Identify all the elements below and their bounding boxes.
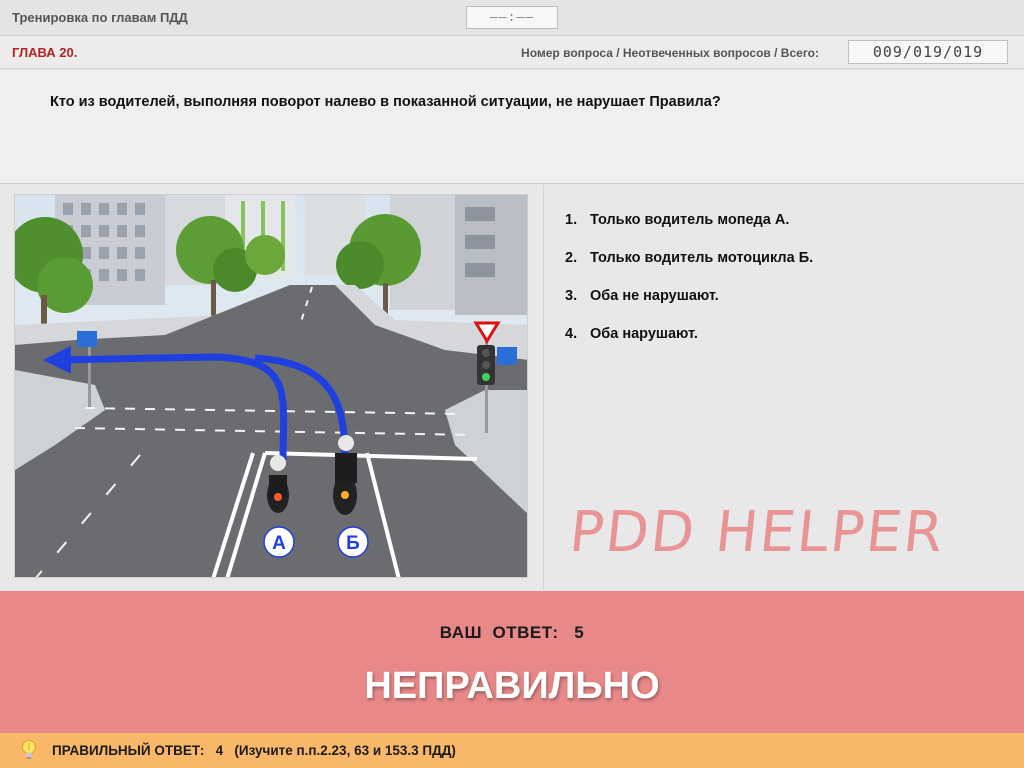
question-panel: Кто из водителей, выполняя поворот налев… bbox=[0, 70, 1024, 184]
answer-text: Только водитель мотоцикла Б. bbox=[590, 250, 814, 266]
answer-option-2[interactable]: 2. Только водитель мотоцикла Б. bbox=[565, 250, 1005, 288]
answer-option-1[interactable]: 1. Только водитель мопеда А. bbox=[565, 212, 1005, 250]
label-a: А bbox=[272, 533, 286, 554]
label-b: Б bbox=[346, 533, 360, 554]
question-text: Кто из водителей, выполняя поворот налев… bbox=[50, 94, 721, 110]
answer-text: Оба нарушают. bbox=[590, 326, 698, 342]
chapter-bar: ГЛАВА 20. Номер вопроса / Неотвеченных в… bbox=[0, 36, 1024, 69]
mode-title: Тренировка по главам ПДД bbox=[12, 10, 188, 25]
answer-text: Только водитель мопеда А. bbox=[590, 212, 790, 228]
answer-option-4[interactable]: 4. Оба нарушают. bbox=[565, 326, 1005, 364]
answer-number: 1. bbox=[565, 212, 578, 228]
result-panel: ВАШ ОТВЕТ: 5 НЕПРАВИЛЬНО bbox=[0, 591, 1024, 733]
answer-number: 2. bbox=[565, 250, 578, 266]
question-counter-label: Номер вопроса / Неотвеченных вопросов / … bbox=[521, 46, 819, 60]
answer-text: Оба не нарушают. bbox=[590, 288, 719, 304]
answer-number: 3. bbox=[565, 288, 578, 304]
lightbulb-icon bbox=[22, 740, 36, 759]
verdict-text: НЕПРАВИЛЬНО bbox=[364, 665, 660, 707]
app-watermark: PDD HELPER bbox=[566, 500, 948, 565]
your-answer: ВАШ ОТВЕТ: 5 bbox=[439, 623, 585, 642]
chapter-title: ГЛАВА 20. bbox=[12, 45, 78, 60]
moped-a bbox=[267, 455, 289, 513]
question-counter: 009/019/019 bbox=[848, 40, 1008, 64]
question-image: А Б bbox=[14, 194, 528, 578]
answer-option-3[interactable]: 3. Оба не нарушают. bbox=[565, 288, 1005, 326]
timer-display: ——:—— bbox=[466, 6, 558, 29]
panel-divider bbox=[543, 185, 544, 590]
correct-answer-text: ПРАВИЛЬНЫЙ ОТВЕТ: 4 (Изучите п.п.2.23, 6… bbox=[52, 743, 456, 758]
answer-list: 1. Только водитель мопеда А. 2. Только в… bbox=[565, 212, 1005, 364]
answer-number: 4. bbox=[565, 326, 578, 342]
correct-answer-bar: ПРАВИЛЬНЫЙ ОТВЕТ: 4 (Изучите п.п.2.23, 6… bbox=[0, 733, 1024, 768]
top-bar: Тренировка по главам ПДД ——:—— bbox=[0, 0, 1024, 36]
intersection-illustration: А Б bbox=[15, 195, 527, 577]
